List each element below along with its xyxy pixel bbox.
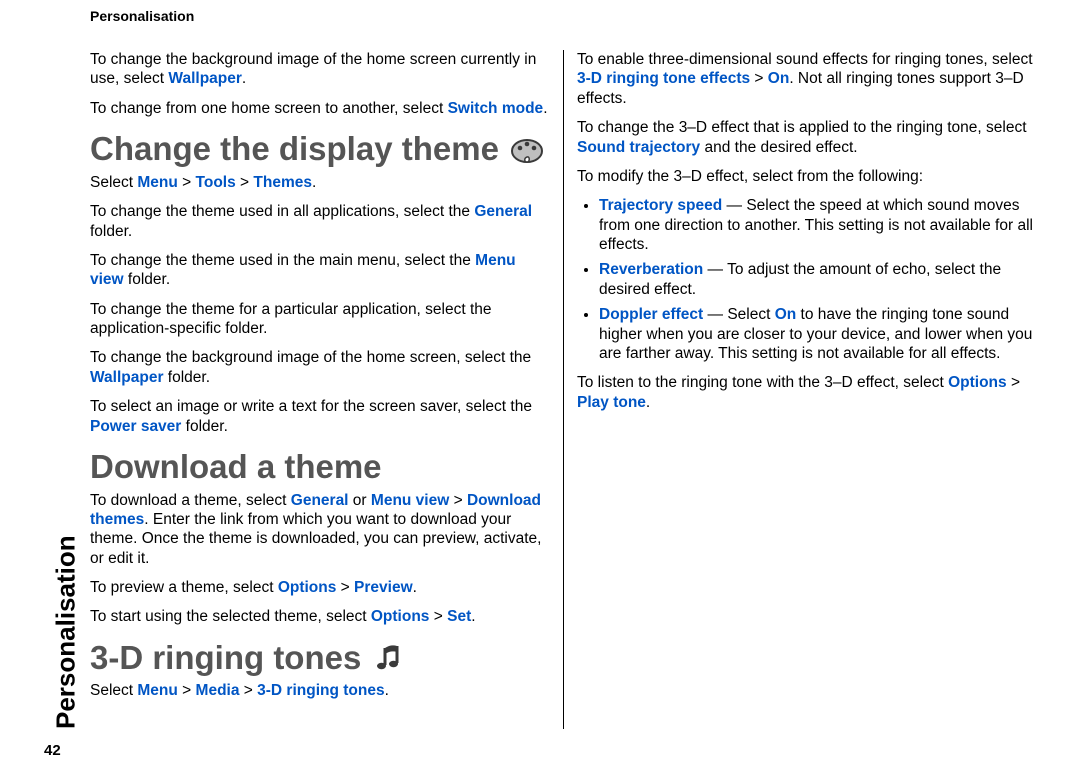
s1-p2: To change the theme used in all applicat… <box>90 202 549 241</box>
s3-p5: To listen to the ringing tone with the 3… <box>577 373 1036 412</box>
s1-p4: To change the theme for a particular app… <box>90 300 549 339</box>
s3-p4: To modify the 3–D effect, select from th… <box>577 167 1036 186</box>
music-notes-icon <box>371 643 407 673</box>
list-item: Reverberation — To adjust the amount of … <box>599 260 1036 299</box>
s2-p2: To preview a theme, select Options > Pre… <box>90 578 549 597</box>
s2-p3: To start using the selected theme, selec… <box>90 607 549 626</box>
link-wallpaper: Wallpaper <box>168 70 242 87</box>
running-header: Personalisation <box>90 8 194 24</box>
s3-list: Trajectory speed — Select the speed at w… <box>577 196 1036 363</box>
list-item: Trajectory speed — Select the speed at w… <box>599 196 1036 254</box>
s1-p6: To select an image or write a text for t… <box>90 397 549 436</box>
link-switch-mode: Switch mode <box>448 100 544 117</box>
heading-download-theme: Download a theme <box>90 450 549 485</box>
intro-p2: To change from one home screen to anothe… <box>90 99 549 118</box>
palette-icon <box>509 134 545 164</box>
s3-p2: To enable three-dimensional sound effect… <box>577 50 1036 108</box>
s1-p1: Select Menu > Tools > Themes. <box>90 173 549 192</box>
list-item: Doppler effect — Select On to have the r… <box>599 305 1036 363</box>
page-number: 42 <box>44 742 61 759</box>
heading-change-theme: Change the display theme <box>90 132 549 167</box>
intro-p1: To change the background image of the ho… <box>90 50 549 89</box>
s2-p1: To download a theme, select General or M… <box>90 491 549 569</box>
heading-3d-tones: 3-D ringing tones <box>90 641 549 676</box>
s3-p3: To change the 3–D effect that is applied… <box>577 118 1036 157</box>
s1-p5: To change the background image of the ho… <box>90 348 549 387</box>
s1-p3: To change the theme used in the main men… <box>90 251 549 290</box>
s3-p1: Select Menu > Media > 3-D ringing tones. <box>90 681 549 700</box>
section-tab: Personalisation <box>52 50 80 729</box>
body-columns: To change the background image of the ho… <box>90 50 1036 729</box>
